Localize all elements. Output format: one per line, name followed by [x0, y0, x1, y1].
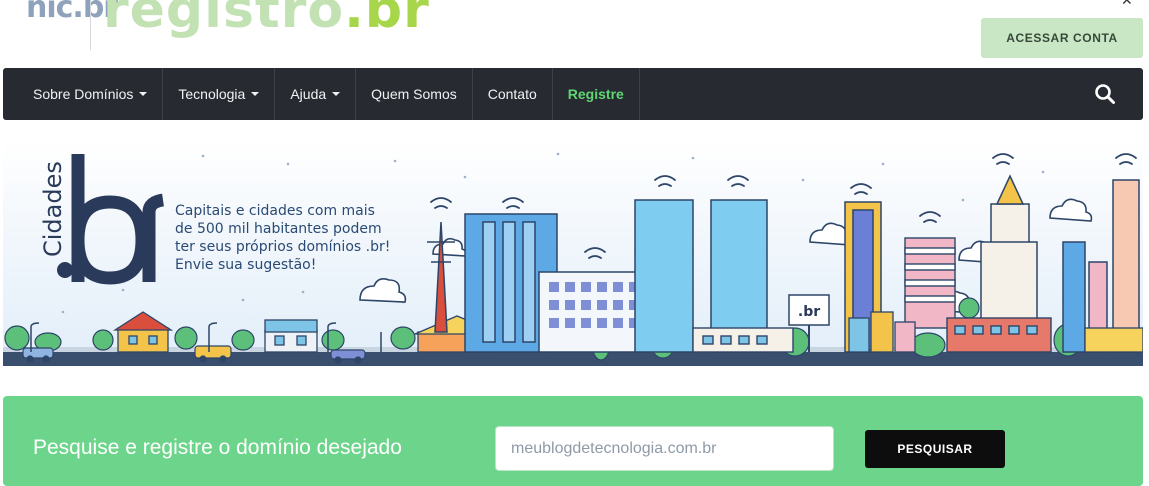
registro-logo-word: registro	[103, 0, 345, 40]
nav-item-tecnologia[interactable]: Tecnologia	[163, 68, 276, 120]
nav-item-label: Contato	[487, 86, 537, 102]
city-skyline-illustration: Cidades .br	[3, 152, 1143, 366]
caret-down-icon	[139, 92, 148, 96]
nav-item-quem-somos[interactable]: Quem Somos	[356, 68, 473, 120]
site-header: nic.br registro.br ✕ ACESSAR CONTA	[0, 0, 1149, 66]
nav-item-label: Quem Somos	[371, 86, 457, 102]
nav-item-label: Ajuda	[290, 86, 327, 102]
logo-divider	[90, 0, 91, 50]
caret-down-icon	[332, 92, 341, 96]
banner-big-br-mark	[71, 154, 165, 285]
building-red-brick	[946, 317, 1052, 353]
nav-item-label: Registre	[567, 86, 624, 102]
nav-item-label: Sobre Domínios	[33, 86, 134, 102]
banner-text: Capitais e cidades com mais de 500 mil h…	[175, 203, 391, 273]
search-label: Pesquise e registre o domínio desejado	[33, 436, 402, 459]
domain-search-bar: Pesquise e registre o domínio desejado P…	[3, 396, 1143, 486]
street	[3, 352, 1143, 366]
nav-item-ajuda[interactable]: Ajuda	[275, 68, 357, 120]
banner-big-dot	[57, 262, 73, 278]
access-account-button[interactable]: ACESSAR CONTA	[981, 18, 1143, 58]
building-pink-apartments	[904, 237, 956, 329]
domain-search-input[interactable]	[495, 426, 834, 471]
close-icon[interactable]: ✕	[1121, 0, 1133, 9]
nav-item-registre[interactable]: Registre	[553, 68, 640, 120]
billboard-text: .br	[798, 304, 820, 320]
nav-item-label: Tecnologia	[178, 86, 246, 102]
low-buildings-center	[692, 327, 794, 353]
nav-item-contato[interactable]: Contato	[473, 68, 553, 120]
building-art-deco-tower	[980, 174, 1038, 325]
registro-logo-suffix: .br	[344, 0, 430, 40]
cidades-br-banner[interactable]: Cidades .br Capitais e cidades com mais …	[3, 142, 1143, 366]
search-button[interactable]: PESQUISAR	[865, 430, 1005, 468]
registro-br-logo[interactable]: registro.br	[103, 0, 430, 40]
main-navbar: Sobre Domínios Tecnologia Ajuda Quem Som…	[3, 68, 1143, 120]
caret-down-icon	[251, 92, 260, 96]
nav-item-sobre-dominios[interactable]: Sobre Domínios	[3, 68, 164, 120]
search-icon[interactable]	[1094, 83, 1116, 105]
banner-vertical-word: Cidades	[39, 161, 67, 257]
